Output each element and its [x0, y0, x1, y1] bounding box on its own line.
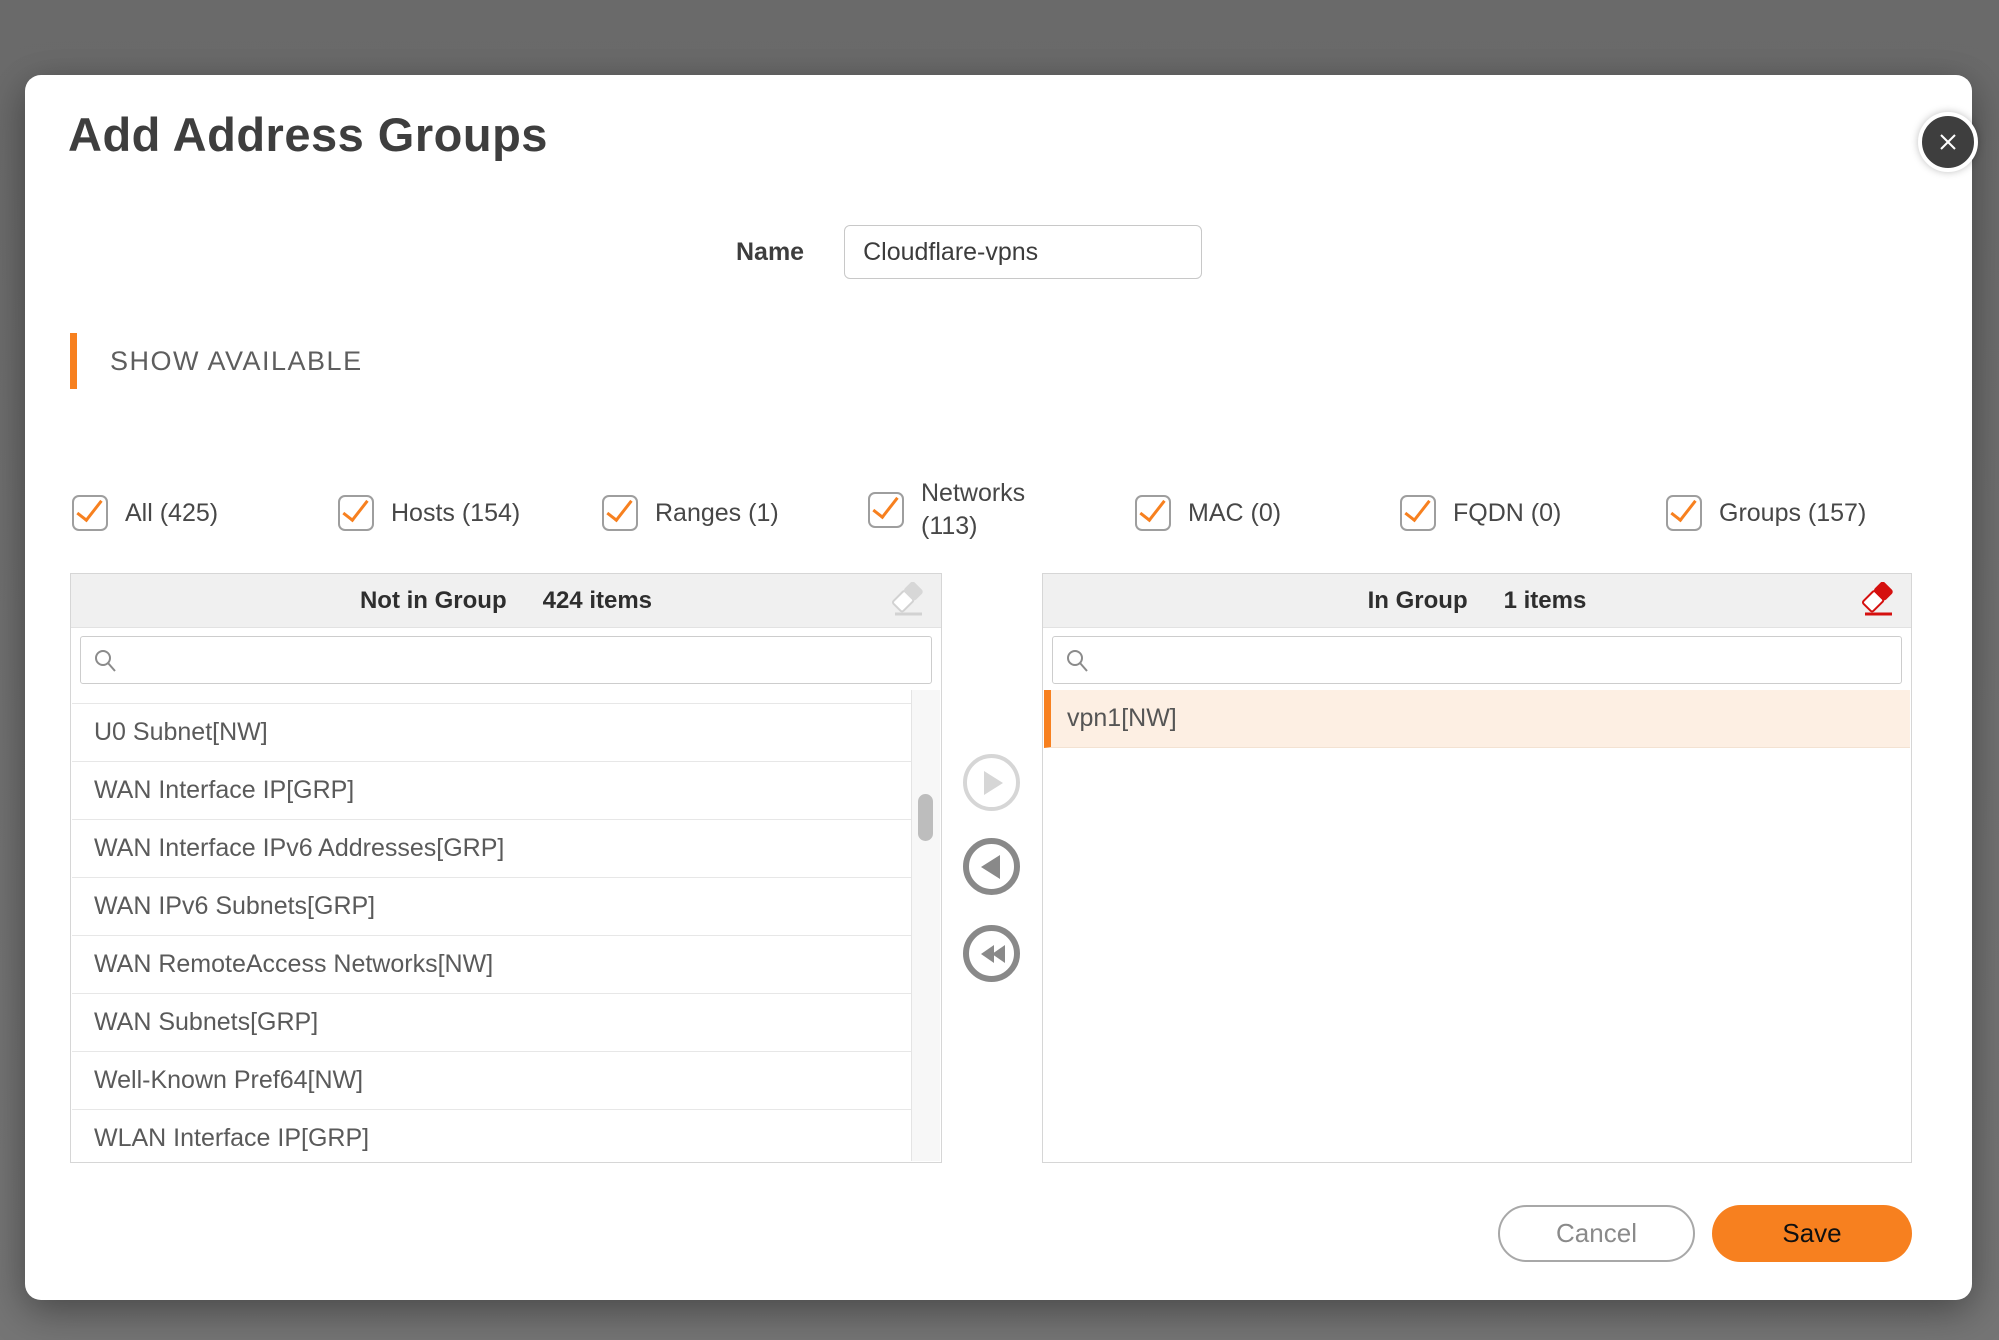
- name-label: Name: [736, 237, 805, 266]
- filter-groups[interactable]: Groups (157): [1666, 495, 1866, 531]
- partial-row: [72, 690, 912, 704]
- checkbox-checked-icon[interactable]: [72, 495, 108, 531]
- filter-all[interactable]: All (425): [72, 495, 218, 531]
- not-in-group-header: Not in Group 424 items: [71, 574, 941, 628]
- checkbox-checked-icon[interactable]: [1135, 495, 1171, 531]
- list-item[interactable]: WAN RemoteAccess Networks[NW]: [72, 936, 912, 994]
- close-icon: [1940, 134, 1956, 150]
- in-group-search-input[interactable]: [1052, 636, 1902, 684]
- not-in-group-search-input[interactable]: [80, 636, 932, 684]
- filter-label: Hosts (154): [391, 498, 521, 527]
- checkbox-checked-icon[interactable]: [868, 491, 904, 528]
- list-item[interactable]: WAN Interface IPv6 Addresses[GRP]: [72, 820, 912, 878]
- panel-title: Not in Group: [359, 586, 507, 614]
- filter-ranges[interactable]: Ranges (1): [602, 495, 779, 531]
- move-to-group-button[interactable]: [963, 754, 1020, 811]
- filter-mac[interactable]: MAC (0): [1135, 495, 1281, 531]
- clear-list-button[interactable]: [891, 581, 927, 620]
- panel-count: 424 items: [542, 586, 653, 614]
- eraser-red-icon: [1861, 581, 1893, 616]
- save-button[interactable]: Save: [1712, 1205, 1912, 1262]
- clear-group-button[interactable]: [1861, 581, 1897, 620]
- scrollbar-thumb[interactable]: [918, 794, 933, 841]
- arrow-left-icon: [980, 854, 1000, 879]
- scrollbar-track[interactable]: [911, 690, 940, 1161]
- name-field-row: Name: [736, 225, 1203, 279]
- group-member-item[interactable]: vpn1[NW]: [1044, 690, 1910, 748]
- checkbox-checked-icon[interactable]: [338, 495, 374, 531]
- list-item[interactable]: WLAN Interface IP[GRP]: [72, 1110, 912, 1161]
- list-item[interactable]: WAN IPv6 Subnets[GRP]: [72, 878, 912, 936]
- filter-networks[interactable]: Networks (113): [868, 477, 1039, 542]
- checkbox-checked-icon[interactable]: [1400, 495, 1436, 531]
- list-item[interactable]: Well-Known Pref64[NW]: [72, 1052, 912, 1110]
- list-item[interactable]: WAN Subnets[GRP]: [72, 994, 912, 1052]
- close-button[interactable]: [1918, 112, 1978, 172]
- filter-label: All (425): [125, 498, 219, 527]
- filter-label: FQDN (0): [1453, 498, 1562, 527]
- list-item[interactable]: U0 Subnet[NW]: [72, 704, 912, 762]
- cancel-button[interactable]: Cancel: [1498, 1205, 1695, 1262]
- section-title: SHOW AVAILABLE: [110, 345, 363, 376]
- filter-label: Groups (157): [1719, 498, 1867, 527]
- checkbox-checked-icon[interactable]: [1666, 495, 1702, 531]
- filter-label: Ranges (1): [655, 498, 779, 527]
- filter-hosts[interactable]: Hosts (154): [338, 495, 520, 531]
- name-input[interactable]: [844, 225, 1203, 279]
- show-available-section: SHOW AVAILABLE: [70, 333, 363, 389]
- panel-count: 1 items: [1503, 586, 1587, 614]
- remove-all-from-group-button[interactable]: [963, 925, 1020, 982]
- checkbox-checked-icon[interactable]: [602, 495, 638, 531]
- not-in-group-panel: Not in Group 424 items U0 Subnet[NW] WAN…: [70, 573, 942, 1163]
- add-address-groups-dialog: Add Address Groups Name SHOW AVAILABLE A…: [25, 75, 1978, 1300]
- in-group-panel: In Group 1 items vpn1[NW]: [1042, 573, 1912, 1163]
- arrow-right-icon: [984, 770, 1003, 795]
- in-group-header: In Group 1 items: [1043, 574, 1911, 628]
- filter-label: MAC (0): [1188, 498, 1282, 527]
- list-item[interactable]: WAN Interface IP[GRP]: [72, 762, 912, 820]
- section-accent-bar: [70, 333, 77, 389]
- not-in-group-list: U0 Subnet[NW] WAN Interface IP[GRP] WAN In…: [72, 690, 912, 1161]
- filter-fqdn[interactable]: FQDN (0): [1400, 495, 1561, 531]
- eraser-icon: [891, 581, 923, 616]
- filter-label: Networks (113): [921, 479, 1026, 540]
- remove-from-group-button[interactable]: [963, 838, 1020, 895]
- dialog-title: Add Address Groups: [68, 108, 548, 161]
- panel-title: In Group: [1367, 586, 1468, 614]
- in-group-list: vpn1[NW]: [1044, 690, 1910, 1161]
